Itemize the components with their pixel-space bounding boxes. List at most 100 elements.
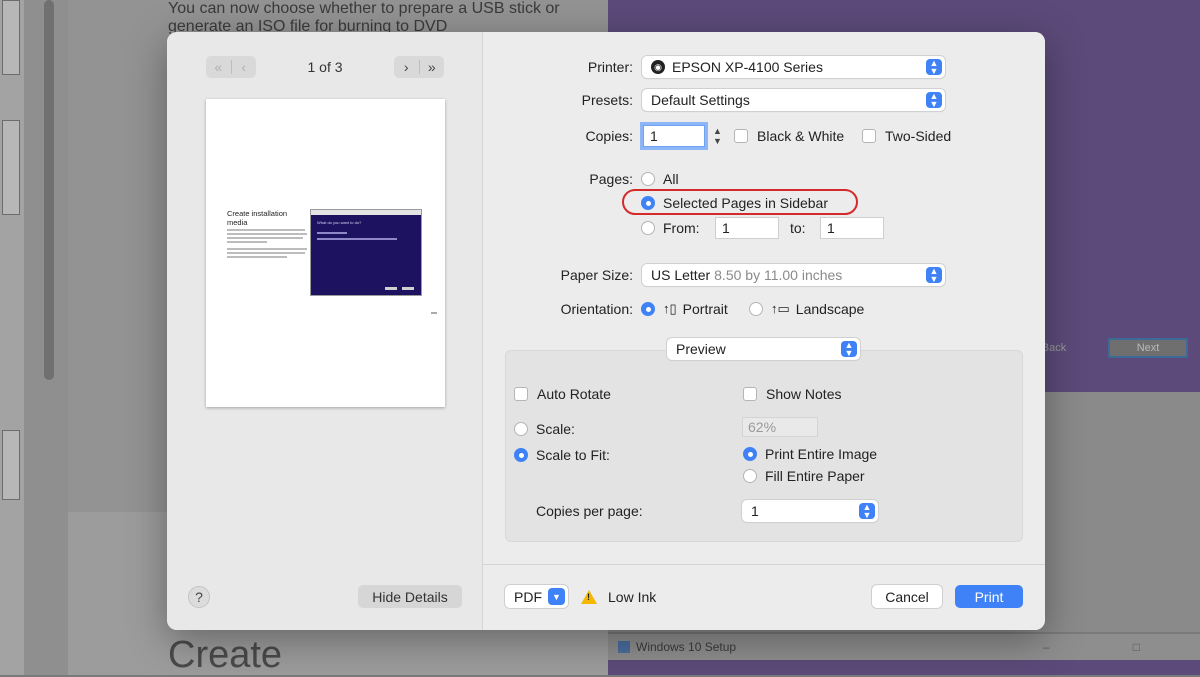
chevron-updown-icon: ▲ ▼ xyxy=(926,92,942,109)
nav-forward-group: › » xyxy=(394,56,444,78)
chevron-down-icon: ▼ xyxy=(548,588,565,605)
windows-setup-icon xyxy=(618,641,630,653)
checkbox-box xyxy=(514,387,528,401)
pdf-label: PDF xyxy=(514,588,542,605)
background-thumbnail-strip xyxy=(0,0,24,675)
print-entire-image-radio[interactable]: Print Entire Image xyxy=(743,446,877,462)
print-button[interactable]: Print xyxy=(955,585,1023,608)
pages-label: Pages: xyxy=(589,171,633,187)
radio-circle-selected xyxy=(743,447,757,461)
show-notes-label: Show Notes xyxy=(766,386,842,402)
portrait-radio[interactable]: ↑▯ Portrait xyxy=(641,301,728,317)
landscape-label: Landscape xyxy=(795,301,865,317)
print-settings: Printer: ◉ EPSON XP-4100 Series ▲ ▼ Prese… xyxy=(483,32,1045,630)
auto-rotate-checkbox[interactable]: Auto Rotate xyxy=(514,386,611,402)
pages-to-label: to: xyxy=(790,220,806,236)
preview-options-panel: Auto Rotate Show Notes Scale: 62% Scale … xyxy=(505,350,1023,542)
background-next-button: Next xyxy=(1108,338,1188,358)
scale-label: Scale: xyxy=(536,421,575,437)
thumbnail-page-number xyxy=(431,312,437,314)
next-page-button[interactable]: › xyxy=(394,56,419,78)
auto-rotate-label: Auto Rotate xyxy=(537,386,611,402)
pages-range-radio[interactable]: From: xyxy=(641,220,700,236)
nav-back-group: « ‹ xyxy=(206,56,256,78)
black-white-label: Black & White xyxy=(757,128,845,144)
help-button[interactable]: ? xyxy=(188,586,210,608)
page-indicator: 1 of 3 xyxy=(307,59,343,75)
pages-to-input[interactable]: 1 xyxy=(820,217,884,239)
print-entire-image-label: Print Entire Image xyxy=(765,446,878,462)
pdf-menu-button[interactable]: PDF ▼ xyxy=(505,585,568,608)
printer-value: EPSON XP-4100 Series xyxy=(672,59,823,75)
copies-per-page-label: Copies per page: xyxy=(536,503,643,519)
orientation-label: Orientation: xyxy=(560,301,633,317)
landscape-radio[interactable]: ↑▭ Landscape xyxy=(749,301,864,317)
copies-label: Copies: xyxy=(585,128,633,144)
cancel-button[interactable]: Cancel xyxy=(872,585,942,608)
checkbox-box xyxy=(862,129,876,143)
thumbnail-title: Create installation media xyxy=(227,209,288,227)
radio-circle xyxy=(743,469,757,483)
copies-per-page-value: 1 xyxy=(751,503,759,519)
fill-entire-paper-radio[interactable]: Fill Entire Paper xyxy=(743,468,865,484)
pages-from-input[interactable]: 1 xyxy=(715,217,779,239)
background-setup-window: Windows 10 Setup – □ xyxy=(608,634,1200,675)
portrait-label: Portrait xyxy=(682,301,728,317)
page-thumbnail[interactable]: Create installation media What do you wa… xyxy=(206,99,445,407)
background-setup-title: Windows 10 Setup xyxy=(636,640,737,654)
last-page-button[interactable]: » xyxy=(420,56,445,78)
printer-select[interactable]: ◉ EPSON XP-4100 Series ▲ ▼ xyxy=(642,56,945,78)
preview-sidebar: « ‹ 1 of 3 › » Create installation media xyxy=(167,32,483,630)
landscape-icon: ↑▭ xyxy=(771,301,790,316)
copies-stepper[interactable]: ▲ ▼ xyxy=(711,125,724,147)
paper-size-detail: 8.50 by 11.00 inches xyxy=(714,267,843,283)
hide-details-button[interactable]: Hide Details xyxy=(358,585,462,608)
presets-value: Default Settings xyxy=(651,92,750,108)
copies-input[interactable]: 1 xyxy=(643,125,705,147)
scale-radio[interactable]: Scale: xyxy=(514,421,575,437)
footer-divider xyxy=(483,564,1045,565)
background-thumbnail xyxy=(2,120,20,215)
printer-icon: ◉ xyxy=(651,60,665,74)
two-sided-checkbox[interactable]: Two-Sided xyxy=(862,128,951,144)
show-notes-checkbox[interactable]: Show Notes xyxy=(743,386,841,402)
portrait-icon: ↑▯ xyxy=(663,301,677,316)
radio-circle-selected xyxy=(514,448,528,462)
background-thumbnail xyxy=(2,0,20,75)
radio-circle xyxy=(641,172,655,186)
background-scrollbar xyxy=(44,0,54,380)
scale-input[interactable]: 62% xyxy=(742,417,818,437)
fill-entire-paper-label: Fill Entire Paper xyxy=(765,468,865,484)
pages-all-radio[interactable]: All xyxy=(641,171,679,187)
previous-page-button[interactable]: ‹ xyxy=(232,56,257,78)
low-ink-label: Low Ink xyxy=(608,589,657,605)
warning-icon xyxy=(581,590,597,604)
printer-label: Printer: xyxy=(587,59,633,75)
chevron-updown-icon: ▲ ▼ xyxy=(926,267,942,284)
thumbnail-screen-prompt: What do you want to do? xyxy=(317,220,362,225)
low-ink-warning[interactable]: Low Ink xyxy=(581,589,656,605)
checkbox-box xyxy=(734,129,748,143)
print-dialog: « ‹ 1 of 3 › » Create installation media xyxy=(167,32,1045,630)
presets-select[interactable]: Default Settings ▲ ▼ xyxy=(642,89,945,111)
chevron-updown-icon: ▲ ▼ xyxy=(926,59,942,76)
window-controls: – □ xyxy=(1042,640,1180,654)
checkbox-box xyxy=(743,387,757,401)
presets-label: Presets: xyxy=(581,92,633,108)
radio-circle xyxy=(641,221,655,235)
two-sided-label: Two-Sided xyxy=(885,128,952,144)
radio-circle xyxy=(749,302,763,316)
radio-circle xyxy=(514,422,528,436)
section-selector-value: Preview xyxy=(676,341,726,357)
background-doc-text: You can now choose whether to prepare a … xyxy=(168,0,560,35)
pages-all-label: All xyxy=(663,171,679,187)
thumbnail-body-text xyxy=(227,229,307,260)
section-selector[interactable]: Preview ▲ ▼ xyxy=(667,338,860,360)
first-page-button[interactable]: « xyxy=(206,56,231,78)
background-setup-titlebar: Windows 10 Setup – □ xyxy=(608,634,1200,660)
paper-size-select[interactable]: US Letter 8.50 by 11.00 inches ▲ ▼ xyxy=(642,264,945,286)
thumbnail-screenshot: What do you want to do? xyxy=(310,209,422,296)
copies-per-page-select[interactable]: 1 ▲ ▼ xyxy=(742,500,878,522)
black-white-checkbox[interactable]: Black & White xyxy=(734,128,844,144)
scale-to-fit-radio[interactable]: Scale to Fit: xyxy=(514,447,610,463)
